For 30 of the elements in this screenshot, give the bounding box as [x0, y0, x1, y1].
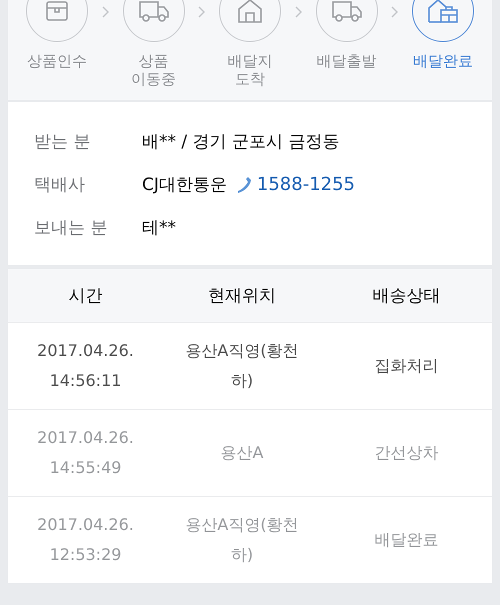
table-cell-text: 2017.04.26. 14:56:11 — [36, 340, 135, 392]
table-cell-text: 용산A직영(황천 하) — [184, 340, 300, 392]
column-header: 시간 — [68, 285, 104, 307]
info-value: 테** — [142, 217, 176, 239]
chevron-icon — [391, 6, 398, 18]
step-label: 배달출발 — [316, 52, 376, 70]
chevron-icon — [198, 6, 206, 18]
step-label: 배달완료 — [413, 52, 473, 70]
chevron-icon — [102, 6, 109, 18]
house-icon — [235, 0, 265, 25]
chevron-icon — [294, 6, 302, 18]
step-label: 배달지 도착 — [228, 52, 272, 88]
column-header: 배송상태 — [372, 285, 442, 307]
step-label: 상품인수 — [27, 52, 87, 70]
table-cell-text: 2017.04.26. 14:55:49 — [36, 427, 135, 479]
info-label: 택배사 — [34, 174, 86, 196]
table-cell-text: 2017.04.26. 12:53:29 — [36, 514, 135, 566]
table-cell-text: 간선상차 — [374, 442, 440, 464]
table-cell-text: 배달완료 — [374, 529, 440, 551]
table-cell-text: 집화처리 — [374, 355, 440, 377]
phone-link[interactable]: 1588-1255 — [234, 174, 356, 195]
table-cell-text: 용산A — [220, 442, 264, 464]
info-label: 보내는 분 — [34, 217, 108, 239]
table-cell-text: 용산A직영(황천 하) — [184, 514, 300, 566]
info-value: CJ대한통운 — [142, 174, 227, 196]
step-label: 상품 이동중 — [131, 52, 176, 88]
house-box-icon — [426, 0, 460, 26]
info-label: 받는 분 — [34, 131, 92, 153]
column-header: 현재위치 — [207, 285, 277, 307]
info-value: 배** / 경기 군포시 금정동 — [142, 131, 340, 153]
